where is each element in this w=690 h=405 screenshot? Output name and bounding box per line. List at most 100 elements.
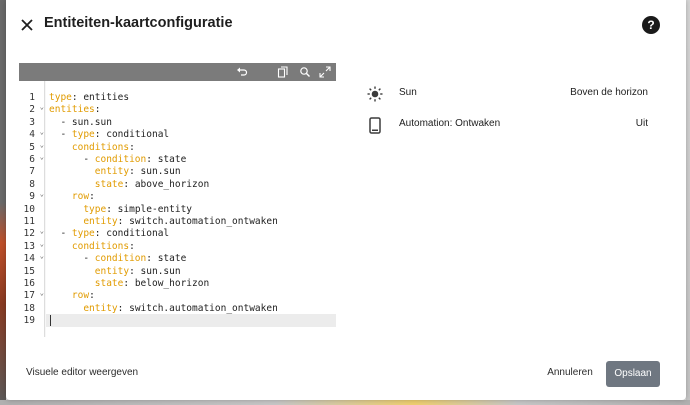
yaml-key: entity [83,216,118,227]
close-button[interactable] [16,14,38,36]
fold-chevron-icon[interactable]: ⌄ [40,103,44,111]
yaml-text: : entities [71,92,130,103]
copy-icon[interactable] [276,65,290,79]
yaml-text: : below_horizon [123,278,210,289]
dialog-header: Entiteiten-kaartconfiguratie ? [6,0,686,50]
line-number: 18 [19,303,45,315]
yaml-key: condition [94,154,147,165]
yaml-text: : state [146,154,187,165]
save-button[interactable]: Opslaan [606,361,660,387]
cancel-button[interactable]: Annuleren [541,362,599,384]
fold-chevron-icon[interactable]: ⌄ [40,190,44,198]
line-number-label: 6 [29,154,35,165]
yaml-text [49,290,72,301]
yaml-text: : sun.sun [129,166,181,178]
show-visual-editor-button[interactable]: Visuele editor weergeven [26,367,138,378]
fold-chevron-icon[interactable]: ⌄ [40,141,44,149]
yaml-key: type [71,129,95,141]
code-line: state: below_horizon [49,278,209,290]
code-line: entity: sun.sun [49,166,181,178]
backdrop-bottom [0,400,690,405]
yaml-text: - [49,228,72,240]
yaml-text [49,191,72,202]
yaml-text: : sun.sun [129,265,181,277]
yaml-text [49,266,95,277]
fold-chevron-icon[interactable]: ⌄ [40,240,44,248]
yaml-key: entities [49,104,95,116]
code-line: entities: [49,104,101,116]
dialog-title: Entiteiten-kaartconfiguratie [44,15,233,31]
undo-icon[interactable] [235,65,249,79]
yaml-text: : [129,141,135,153]
line-number-label: 5 [29,141,35,153]
line-number-label: 19 [23,315,35,327]
yaml-text [49,204,83,215]
yaml-text: : switch.automation_ontwaken [117,216,278,227]
yaml-text [49,166,95,177]
entity-state: Boven de horizon [570,87,648,98]
line-number: 9 ⌄ [19,190,45,203]
line-number: 7 [19,166,45,178]
preview-row-sun: Sun Boven de horizon [366,81,666,107]
close-icon [21,19,33,31]
yaml-text [49,241,72,252]
sun-icon [366,85,384,103]
line-number: 10 [19,204,45,216]
code-area[interactable]: type: entities entities: - sun.sun - type… [46,81,336,337]
code-line: - type: conditional [49,228,169,240]
line-number-label: 1 [29,92,35,103]
yaml-text [49,278,95,289]
line-number: 19 [19,315,45,327]
code-line: entity: switch.automation_ontwaken [49,302,277,315]
code-line: - condition: state [49,253,186,265]
code-line: - sun.sun [49,117,111,129]
entity-name[interactable]: Sun [399,87,417,98]
fold-chevron-icon[interactable]: ⌄ [40,153,44,161]
yaml-key: entity [94,265,130,277]
editor-toolbar [19,63,336,81]
yaml-text: : above_horizon [123,178,210,190]
line-number-label: 9 [29,191,35,203]
yaml-key: conditions [71,240,130,252]
entity-name[interactable]: Automation: Ontwaken [399,118,500,129]
yaml-key: entity [83,302,118,314]
yaml-key: state [94,178,124,190]
line-number-label: 15 [23,265,35,277]
line-number-label: 14 [23,253,35,265]
code-line: - type: conditional [49,129,169,141]
line-number: 17 ⌄ [19,289,45,302]
yaml-key: condition [94,253,147,265]
line-number-label: 18 [23,302,35,314]
text-cursor [50,315,51,327]
code-line: type: entities [49,92,129,104]
yaml-text: - [49,129,72,141]
yaml-text [49,179,95,190]
yaml-text: - [49,154,95,165]
yaml-text: : conditional [94,129,170,141]
yaml-code-editor: 1 2 ⌄ 3 4 ⌄ 5 ⌄ 6 ⌄ 7 8 9 ⌄ 10 11 12 ⌄ 13 ⌄ 14 ⌄ 15 16 17 ⌄ 18 19 t… [19,63,336,337]
line-number-label: 11 [23,216,35,227]
code-line: entity: switch.automation_ontwaken [49,216,278,228]
yaml-text: : conditional [94,228,170,240]
yaml-text: : [129,240,135,252]
code-line: conditions: [49,241,135,253]
fold-chevron-icon[interactable]: ⌄ [40,252,44,260]
search-replace-icon[interactable] [298,65,312,79]
fullscreen-icon[interactable] [318,65,332,79]
fold-chevron-icon[interactable]: ⌄ [40,289,44,297]
line-number-label: 2 [29,104,35,116]
preview-row-automation: Automation: Ontwaken Uit [366,112,666,138]
line-number-gutter: 1 2 ⌄ 3 4 ⌄ 5 ⌄ 6 ⌄ 7 8 9 ⌄ 10 11 12 ⌄ 13 ⌄ 14 ⌄ 15 16 17 ⌄ 18 19 [19,81,45,337]
fold-chevron-icon[interactable]: ⌄ [40,128,44,136]
fold-chevron-icon[interactable]: ⌄ [40,227,44,235]
help-icon[interactable]: ? [642,16,660,34]
line-number: 2 ⌄ [19,103,45,116]
yaml-key: type [83,203,107,215]
yaml-text: : [89,290,95,302]
code-line: entity: sun.sun [49,266,181,278]
line-number-label: 3 [29,116,35,128]
tablet-icon [366,116,384,134]
yaml-text: : [89,191,95,203]
card-config-dialog: Entiteiten-kaartconfiguratie ? 1 2 ⌄ 3 4 ⌄ 5 ⌄ 6… [6,0,686,400]
line-number-label: 10 [23,203,35,215]
